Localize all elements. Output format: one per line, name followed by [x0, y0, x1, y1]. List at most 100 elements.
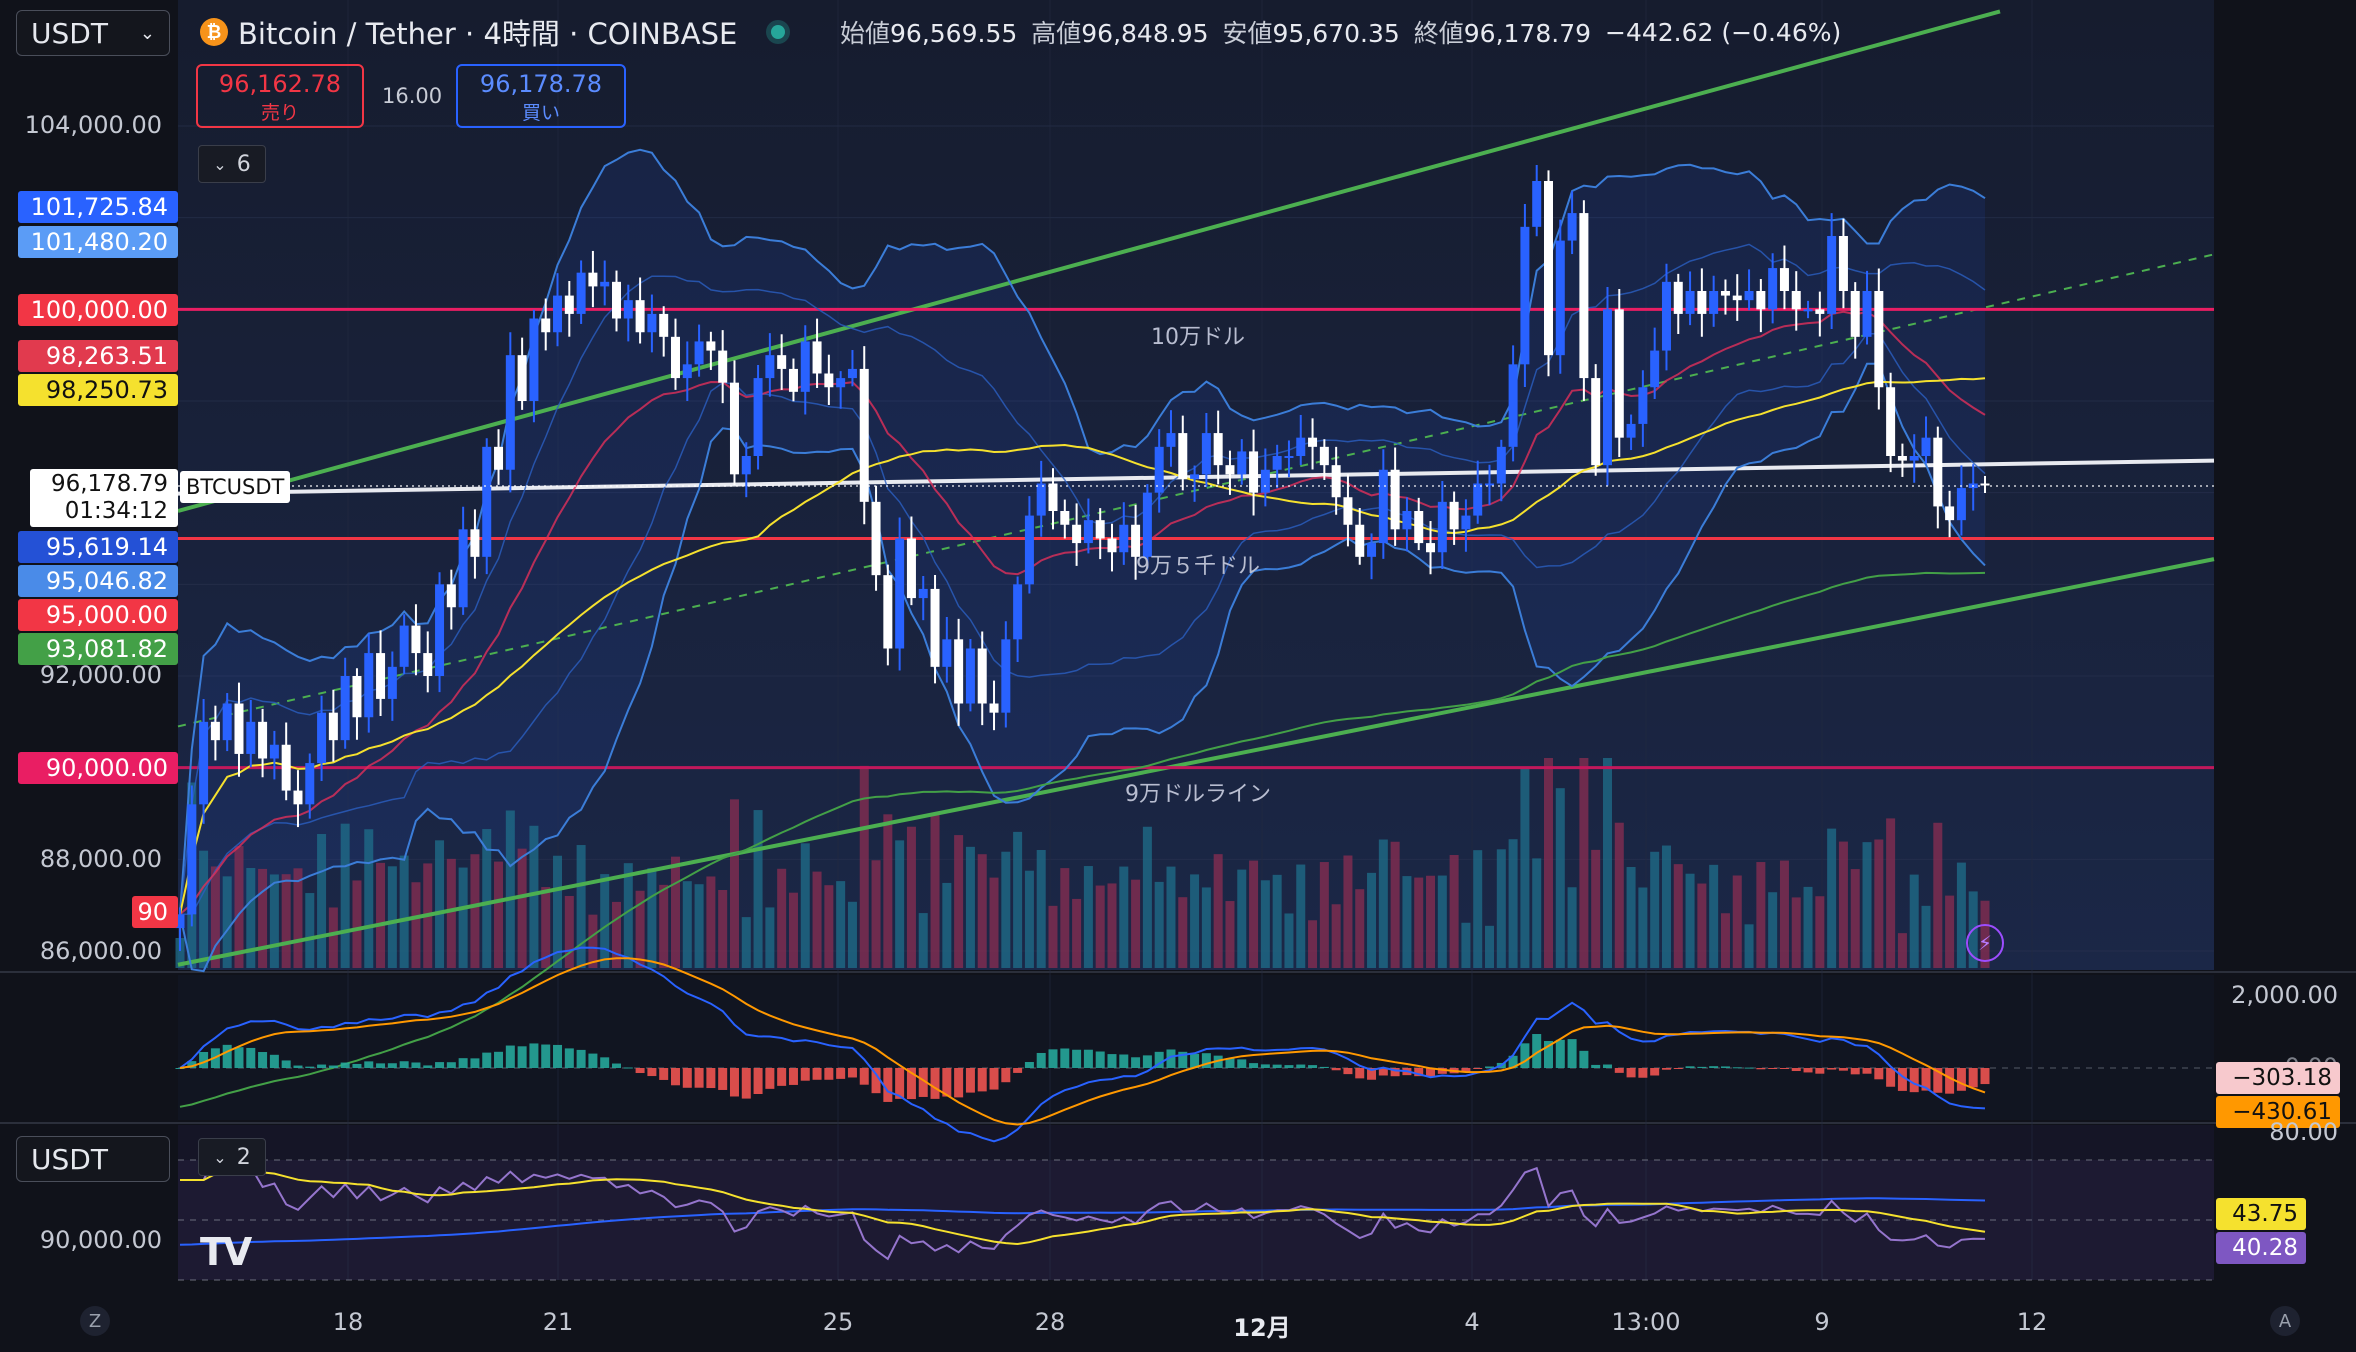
annotation-100k[interactable]: 10万ドル [1151, 319, 1245, 351]
volume-bar [1827, 828, 1837, 968]
candle-body [682, 364, 692, 379]
candle-body [317, 712, 327, 764]
lightning-icon[interactable]: ⚡ [1966, 924, 2004, 962]
macd-histogram-bar [494, 1051, 504, 1068]
volume-bar [753, 810, 763, 968]
macd-histogram-bar [529, 1043, 539, 1068]
rsi-currency-select[interactable]: USDT [16, 1136, 170, 1182]
sell-price: 96,162.78 [218, 70, 342, 98]
volume-bar [328, 907, 338, 968]
volume-bar [1791, 897, 1801, 968]
macd-histogram-bar [1956, 1068, 1966, 1091]
volume-bar [387, 866, 397, 968]
candle-body [553, 295, 563, 333]
volume-bar [1945, 895, 1955, 968]
candle-body [588, 272, 598, 287]
candle-body [1331, 465, 1341, 498]
candle-body [1909, 456, 1919, 461]
volume-bar [470, 854, 480, 968]
spread-value: 16.00 [382, 84, 443, 108]
candle-body [1496, 446, 1506, 484]
macd-histogram-bar [1308, 1065, 1318, 1068]
symbol-header: ₿ Bitcoin / Tether · 4時間 · COINBASE [200, 11, 786, 53]
candle-body [1485, 483, 1495, 486]
time-label: 28 [1034, 1308, 1066, 1336]
macd-histogram-bar [1744, 1067, 1754, 1069]
candle-body [1024, 515, 1034, 585]
volume-bar [718, 890, 728, 968]
candle-body [1720, 291, 1730, 296]
volume-bar [1744, 924, 1754, 968]
candle-body [423, 653, 433, 676]
macd-histogram-bar [470, 1058, 480, 1068]
volume-bar [1284, 913, 1294, 968]
macd-histogram-bar [1756, 1068, 1766, 1070]
macd-histogram-bar [965, 1068, 975, 1093]
time-label: 4 [1464, 1308, 1480, 1336]
volume-bar [1095, 885, 1105, 968]
macd-histogram-bar [399, 1061, 409, 1068]
annotation-90k[interactable]: 9万ドルライン [1125, 776, 1271, 808]
indicator-collapse-button[interactable]: ⌄ 6 [198, 145, 266, 183]
macd-histogram-bar [612, 1063, 622, 1068]
macd-histogram-bar [989, 1068, 999, 1090]
candle-body [729, 382, 739, 475]
volume-bar [1048, 905, 1058, 968]
candle-body [647, 313, 657, 333]
macd-histogram-bar [435, 1062, 445, 1068]
rsi-collapse-button[interactable]: ⌄ 2 [198, 1138, 266, 1176]
price-tag: 90 [132, 896, 178, 928]
candle-body [883, 575, 893, 649]
candle-body [1567, 213, 1577, 241]
candle-body [706, 341, 716, 351]
tradingview-logo-icon: TV [200, 1230, 252, 1274]
macd-histogram-bar [1838, 1068, 1848, 1071]
candle-body [612, 281, 622, 319]
candle-body [1673, 281, 1683, 314]
candle-body [482, 446, 492, 557]
time-label: 25 [822, 1308, 854, 1336]
candle-body [1850, 291, 1860, 337]
time-label: 12月 [1233, 1314, 1291, 1342]
macd-histogram-bar [281, 1060, 291, 1068]
macd-histogram-bar [1803, 1068, 1813, 1073]
volume-bar [1862, 842, 1872, 968]
volume-bar [1213, 854, 1223, 968]
macd-histogram-bar [1083, 1049, 1093, 1068]
volume-bar [1319, 862, 1329, 968]
volume-bar [1956, 862, 1966, 968]
candle-body [364, 653, 374, 718]
macd-histogram-bar [777, 1068, 787, 1086]
volume-bar [777, 868, 787, 968]
candle-body [258, 721, 268, 759]
volume-bar [1001, 851, 1011, 968]
candle-body [1874, 291, 1884, 388]
candle-body [765, 355, 775, 379]
volume-bar [1296, 864, 1306, 968]
volume-bar [1390, 841, 1400, 968]
volume-bar [376, 862, 386, 968]
buy-button[interactable]: 96,178.78 買い [456, 64, 626, 128]
volume-bar [765, 907, 775, 968]
volume-bar [1013, 831, 1023, 968]
candle-body [1449, 501, 1459, 530]
volume-bar [1555, 788, 1565, 968]
candle-body [918, 588, 928, 599]
macd-histogram-bar [458, 1058, 468, 1068]
candle-body [576, 272, 586, 314]
volume-bar [1249, 860, 1259, 968]
ohlc-legend: 始値96,569.55 高値96,848.95 安値95,670.35 終値96… [840, 14, 1841, 50]
macd-histogram-bar [1779, 1068, 1789, 1069]
sell-button[interactable]: 96,162.78 売り [196, 64, 364, 128]
price-chart[interactable] [0, 0, 2356, 1352]
zoom-button[interactable]: Z [80, 1306, 110, 1336]
volume-bar [340, 823, 350, 968]
volume-bar [1874, 839, 1884, 968]
annotation-95k[interactable]: 9万５千ドル [1136, 548, 1260, 580]
symbol-title[interactable]: Bitcoin / Tether · 4時間 · COINBASE [238, 11, 737, 53]
auto-scale-button[interactable]: A [2270, 1306, 2300, 1336]
volume-bar [1142, 826, 1152, 968]
macd-histogram-bar [1319, 1066, 1329, 1068]
macd-histogram-bar [505, 1045, 515, 1068]
volume-bar [258, 868, 268, 968]
